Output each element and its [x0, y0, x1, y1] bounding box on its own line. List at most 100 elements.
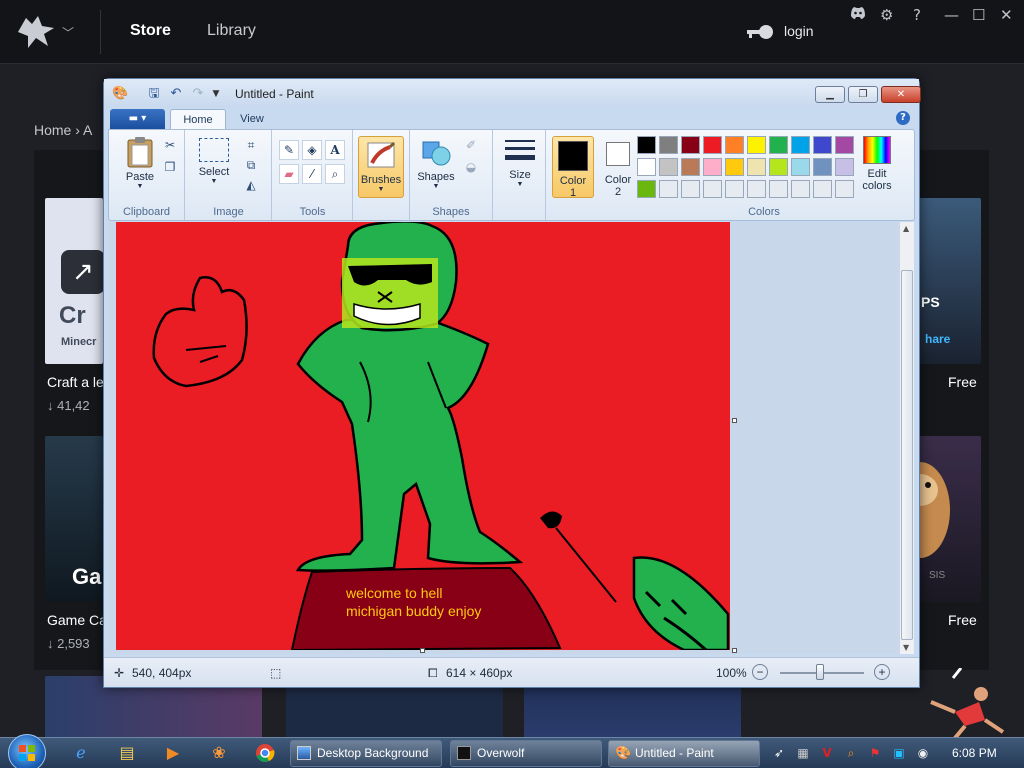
outline-icon[interactable]: ✐: [462, 136, 480, 154]
color-swatch[interactable]: [637, 180, 656, 198]
help-icon[interactable]: ?: [896, 111, 910, 125]
tab-home[interactable]: Home: [170, 109, 226, 129]
chrome-icon[interactable]: [252, 741, 278, 765]
internet-explorer-icon[interactable]: ℯ: [68, 741, 94, 765]
color-swatch[interactable]: [769, 158, 788, 176]
overwolf-wolf-icon[interactable]: [14, 12, 58, 52]
resize-handle[interactable]: [732, 648, 737, 653]
vertical-scrollbar[interactable]: ▲ ▼: [899, 222, 914, 654]
chevron-down-icon[interactable]: ﹀: [62, 24, 74, 41]
undo-icon[interactable]: ↶: [168, 86, 184, 102]
color-swatch[interactable]: [637, 136, 656, 154]
scroll-up-icon[interactable]: ▲: [903, 224, 909, 233]
tray-flag-icon[interactable]: ⚑: [868, 746, 882, 760]
color-swatch[interactable]: [681, 180, 700, 198]
color-swatch[interactable]: [813, 136, 832, 154]
gear-icon[interactable]: ⚙: [880, 6, 893, 24]
zoom-out-icon[interactable]: −: [752, 664, 768, 680]
color-swatch[interactable]: [747, 136, 766, 154]
pencil-icon[interactable]: ✎: [279, 140, 299, 160]
tray-app-icon[interactable]: ▦: [796, 746, 810, 760]
color-swatch[interactable]: [835, 180, 854, 198]
breadcrumb[interactable]: Home › A: [34, 122, 92, 138]
color-swatch[interactable]: [747, 158, 766, 176]
scroll-down-icon[interactable]: ▼: [903, 643, 909, 652]
zoom-in-icon[interactable]: +: [874, 664, 890, 680]
text-tool-icon[interactable]: A: [325, 140, 345, 160]
color-swatch[interactable]: [835, 136, 854, 154]
tray-monitor-icon[interactable]: ▣: [892, 746, 906, 760]
restore-button[interactable]: ❐: [848, 86, 878, 103]
edit-colors-button[interactable]: Edit colors: [857, 136, 897, 192]
tab-view[interactable]: View: [232, 109, 272, 129]
start-button[interactable]: [8, 734, 46, 768]
tray-v-icon[interactable]: V: [820, 746, 834, 760]
file-explorer-icon[interactable]: ▤: [114, 741, 140, 765]
eraser-icon[interactable]: ▰: [279, 164, 299, 184]
zoom-slider-thumb[interactable]: [816, 664, 824, 680]
color-swatch[interactable]: [659, 158, 678, 176]
scroll-thumb[interactable]: [901, 270, 913, 640]
key-icon[interactable]: [745, 22, 775, 42]
fill-icon[interactable]: ◒: [462, 158, 480, 176]
color-swatch[interactable]: [725, 136, 744, 154]
paste-button[interactable]: Paste ▼: [119, 136, 161, 190]
close-button[interactable]: ✕: [881, 86, 921, 103]
copy-icon[interactable]: ❐: [161, 158, 179, 176]
brushes-button[interactable]: Brushes ▼: [358, 136, 404, 198]
task-paint[interactable]: 🎨 Untitled - Paint: [608, 740, 760, 767]
color-swatch[interactable]: [681, 136, 700, 154]
color-swatch[interactable]: [659, 136, 678, 154]
paint-app-icon[interactable]: 🎨: [112, 86, 128, 102]
clock[interactable]: 6:08 PM: [952, 746, 997, 760]
color-swatch[interactable]: [659, 180, 678, 198]
app-card-minecraft[interactable]: ↗ Cr Minecr: [45, 198, 103, 364]
nav-store[interactable]: Store: [130, 22, 171, 40]
quick-access-dropdown-icon[interactable]: ▼: [208, 86, 224, 102]
magnifier-icon[interactable]: ⌕: [325, 164, 345, 184]
color-swatch[interactable]: [725, 158, 744, 176]
paint-menu-button[interactable]: ▬ ▾: [110, 109, 165, 129]
color-swatch[interactable]: [681, 158, 700, 176]
save-icon[interactable]: 🖫: [146, 86, 162, 102]
discord-icon[interactable]: [849, 6, 867, 24]
rotate-icon[interactable]: ◭: [242, 176, 260, 194]
size-button[interactable]: Size ▼: [500, 138, 540, 188]
color-swatch[interactable]: [703, 180, 722, 198]
fill-bucket-icon[interactable]: ◈: [302, 140, 322, 160]
crop-icon[interactable]: ⌗: [242, 136, 260, 154]
maximize-icon[interactable]: ☐: [972, 6, 985, 24]
shapes-button[interactable]: Shapes ▼: [414, 136, 458, 190]
nav-library[interactable]: Library: [207, 22, 256, 40]
app-card-right-1[interactable]: PS hare: [919, 198, 981, 364]
tray-cursor-icon[interactable]: ➶: [772, 746, 786, 760]
color-swatch[interactable]: [769, 180, 788, 198]
color-swatch[interactable]: [791, 158, 810, 176]
color-swatch[interactable]: [637, 158, 656, 176]
resize-handle[interactable]: [420, 648, 425, 653]
color-swatch[interactable]: [747, 180, 766, 198]
color-swatch[interactable]: [813, 180, 832, 198]
color-picker-icon[interactable]: ⁄: [302, 164, 322, 184]
media-player-icon[interactable]: ▶: [160, 741, 186, 765]
color-swatch[interactable]: [791, 180, 810, 198]
resize-icon[interactable]: ⧉: [242, 156, 260, 174]
card-title[interactable]: Craft a le: [47, 374, 104, 390]
cut-icon[interactable]: ✂: [161, 136, 179, 154]
color-swatch[interactable]: [703, 158, 722, 176]
color-swatch[interactable]: [791, 136, 810, 154]
title-bar[interactable]: 🎨 🖫 ↶ ↷ ▼ Untitled - Paint ▁ ❐ ✕: [104, 79, 921, 107]
color-swatch[interactable]: [835, 158, 854, 176]
help-icon[interactable]: ?: [913, 6, 921, 24]
app-card-game[interactable]: Ga: [45, 436, 103, 602]
resize-handle[interactable]: [732, 418, 737, 423]
tray-search-icon[interactable]: ⌕: [844, 746, 858, 760]
minimize-button[interactable]: ▁: [815, 86, 845, 103]
card-title[interactable]: Game Ca: [47, 612, 107, 628]
redo-icon[interactable]: ↷: [190, 86, 206, 102]
color1-button[interactable]: Color 1: [552, 136, 594, 199]
login-link[interactable]: login: [784, 23, 814, 39]
close-icon[interactable]: ✕: [1000, 6, 1013, 24]
color-swatch[interactable]: [703, 136, 722, 154]
select-button[interactable]: Select ▼: [194, 136, 234, 185]
